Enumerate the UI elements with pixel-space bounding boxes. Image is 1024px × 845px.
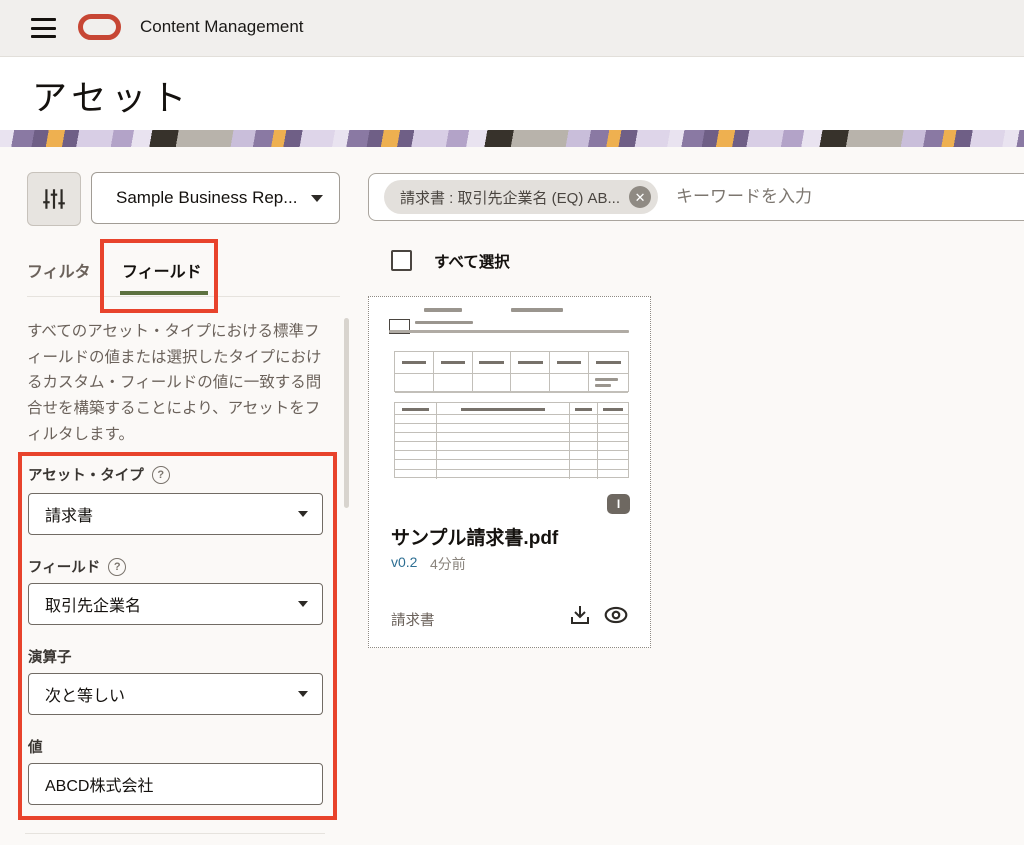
value-input[interactable] xyxy=(45,775,308,793)
page-header: アセット xyxy=(0,57,1024,130)
value-input-wrap xyxy=(28,763,323,805)
app-title: Content Management xyxy=(140,17,304,37)
field-label: フィールド ? xyxy=(28,556,126,577)
asset-modified-time: 4分前 xyxy=(430,554,466,574)
preview-button[interactable] xyxy=(603,602,629,628)
search-filter-chip-label: 請求書 : 取引先企業名 (EQ) AB... xyxy=(400,187,620,208)
oracle-logo-icon xyxy=(78,14,121,40)
collection-dropdown-value: Sample Business Rep... xyxy=(116,188,311,208)
filter-description-text: すべてのアセット・タイプにおける標準フィールドの値または選択したタイプにおけるカ… xyxy=(27,319,329,448)
help-icon[interactable]: ? xyxy=(108,558,126,576)
invoice-summary-table xyxy=(394,351,629,392)
asset-type-select[interactable]: 請求書 xyxy=(28,493,323,535)
asset-version-link[interactable]: v0.2 xyxy=(391,554,417,570)
keyword-search-input[interactable] xyxy=(674,186,1024,208)
invoice-items-table xyxy=(394,402,629,478)
chevron-down-icon xyxy=(311,195,323,202)
top-bar: Content Management xyxy=(0,0,1024,57)
asset-filename: サンプル請求書.pdf xyxy=(391,523,558,550)
page-title: アセット xyxy=(32,70,191,121)
eye-icon xyxy=(603,602,629,628)
hamburger-menu-icon[interactable] xyxy=(31,18,56,38)
download-button[interactable] xyxy=(567,602,593,628)
tab-fields[interactable]: フィールド xyxy=(122,258,202,282)
search-filter-chip[interactable]: 請求書 : 取引先企業名 (EQ) AB... ✕ xyxy=(384,180,658,214)
sliders-icon xyxy=(41,186,67,212)
value-label: 値 xyxy=(28,736,43,757)
chevron-down-icon xyxy=(298,511,308,517)
asset-card[interactable]: I サンプル請求書.pdf v0.2 4分前 請求書 xyxy=(368,296,651,648)
sidebar-bottom-divider xyxy=(25,833,325,834)
operator-select[interactable]: 次と等しい xyxy=(28,673,323,715)
download-icon xyxy=(568,603,592,627)
tabs-divider xyxy=(27,296,340,297)
image-asset-badge: I xyxy=(607,494,630,514)
select-all-label: すべて選択 xyxy=(434,250,510,272)
filter-panel-toggle-button[interactable] xyxy=(27,172,81,226)
chevron-down-icon xyxy=(298,601,308,607)
content-management-window: Content Management アセット Sample Business … xyxy=(0,0,1024,845)
search-bar: 請求書 : 取引先企業名 (EQ) AB... ✕ xyxy=(368,173,1024,221)
help-icon[interactable]: ? xyxy=(152,466,170,484)
field-select[interactable]: 取引先企業名 xyxy=(28,583,323,625)
decorative-banner xyxy=(0,130,1024,147)
asset-type-tag: 請求書 xyxy=(391,609,435,630)
chevron-down-icon xyxy=(298,691,308,697)
asset-type-label: アセット・タイプ ? xyxy=(28,464,170,485)
sidebar-scrollbar[interactable] xyxy=(344,318,349,508)
active-tab-underline xyxy=(120,291,208,295)
tab-filter[interactable]: フィルタ xyxy=(27,258,91,282)
operator-label: 演算子 xyxy=(28,646,72,667)
select-all-checkbox[interactable] xyxy=(391,250,412,271)
collection-dropdown[interactable]: Sample Business Rep... xyxy=(91,172,340,224)
chip-remove-icon[interactable]: ✕ xyxy=(629,186,651,208)
